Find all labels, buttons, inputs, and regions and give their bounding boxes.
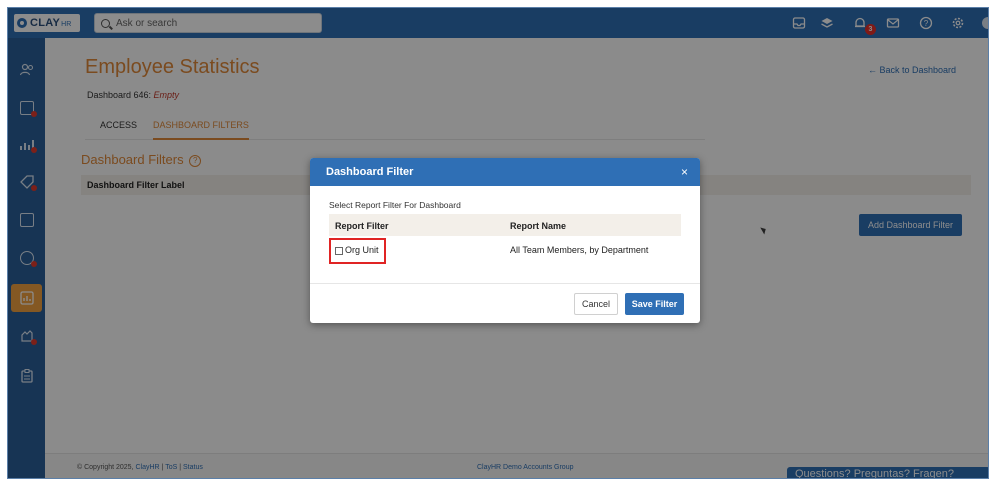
cancel-button[interactable]: Cancel (574, 293, 618, 315)
report-table-header: Report Filter Report Name (329, 214, 681, 236)
column-report-filter: Report Filter (335, 221, 389, 231)
modal-subtitle: Select Report Filter For Dashboard (329, 200, 461, 210)
modal-title: Dashboard Filter (326, 166, 414, 178)
app-window: CLAY HR 3 ? (7, 7, 989, 479)
highlight-box (329, 238, 386, 264)
report-name-cell: All Team Members, by Department (510, 245, 649, 255)
close-icon[interactable]: × (681, 165, 688, 179)
modal-divider (310, 283, 700, 284)
save-filter-button[interactable]: Save Filter (625, 293, 684, 315)
modal-header: Dashboard Filter × (310, 158, 700, 186)
column-report-name: Report Name (510, 221, 567, 231)
dashboard-filter-modal: Dashboard Filter × Select Report Filter … (310, 158, 700, 323)
